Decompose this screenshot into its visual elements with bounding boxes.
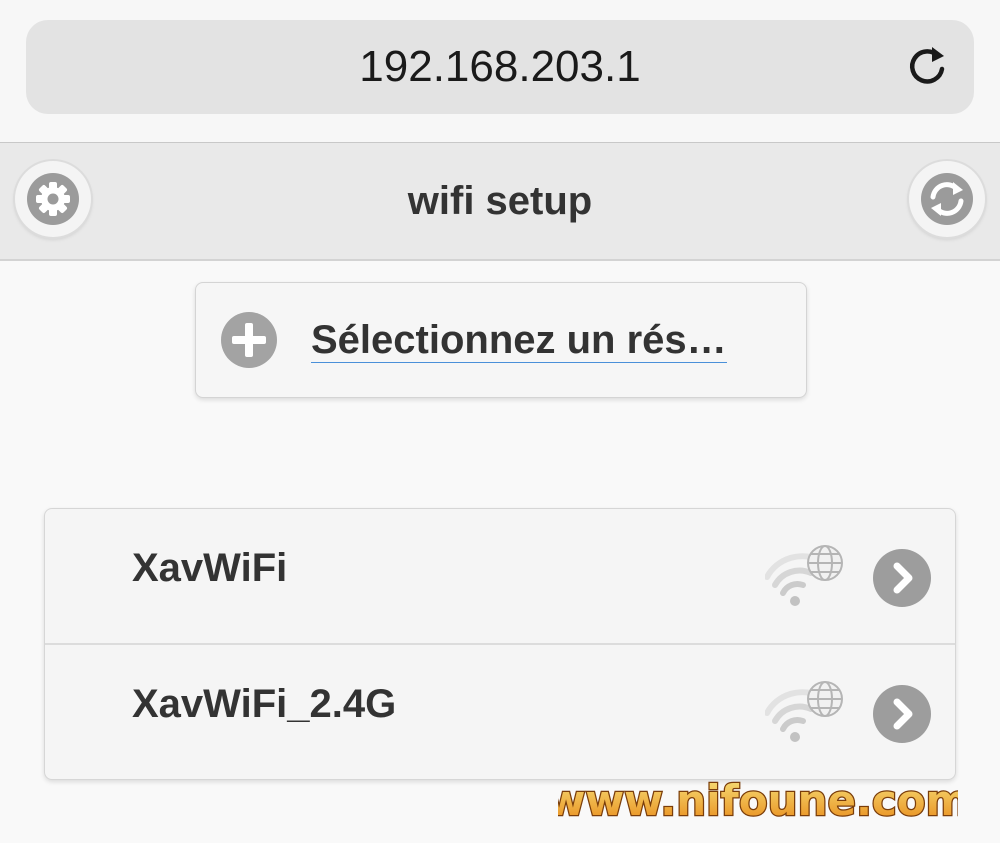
- settings-button[interactable]: [15, 161, 91, 237]
- watermark-text: www.nifoune.com: [558, 776, 958, 825]
- gear-icon: [36, 182, 70, 216]
- plus-icon: [221, 312, 277, 368]
- refresh-icon: [930, 182, 964, 216]
- address-bar[interactable]: 192.168.203.1: [26, 20, 974, 114]
- wifi-globe-icon: [765, 681, 843, 742]
- network-list: XavWiFi XavWiFi_2.4G: [44, 508, 956, 780]
- select-network-label: Sélectionnez un rés…: [311, 317, 781, 363]
- page-title: wifi setup: [407, 179, 593, 223]
- refresh-button[interactable]: [909, 161, 985, 237]
- network-open-button[interactable]: [873, 685, 931, 743]
- app-header: wifi setup: [0, 143, 1000, 261]
- chevron-right-icon: [893, 698, 913, 730]
- network-name: XavWiFi: [132, 546, 288, 590]
- select-network-label-text: Sélectionnez un rés…: [311, 318, 727, 363]
- chevron-right-icon: [893, 562, 913, 594]
- network-name: XavWiFi_2.4G: [132, 682, 397, 726]
- network-row-xavwifi[interactable]: XavWiFi: [45, 509, 955, 645]
- reload-icon[interactable]: [902, 42, 952, 92]
- url-text[interactable]: 192.168.203.1: [26, 20, 974, 114]
- select-network-button[interactable]: Sélectionnez un rés…: [195, 282, 807, 398]
- watermark-logo: www.nifoune.com: [558, 775, 958, 827]
- network-row-xavwifi-2-4g[interactable]: XavWiFi_2.4G: [45, 645, 955, 779]
- wifi-globe-icon: [765, 545, 843, 606]
- browser-toolbar: 192.168.203.1: [0, 0, 1000, 143]
- network-open-button[interactable]: [873, 549, 931, 607]
